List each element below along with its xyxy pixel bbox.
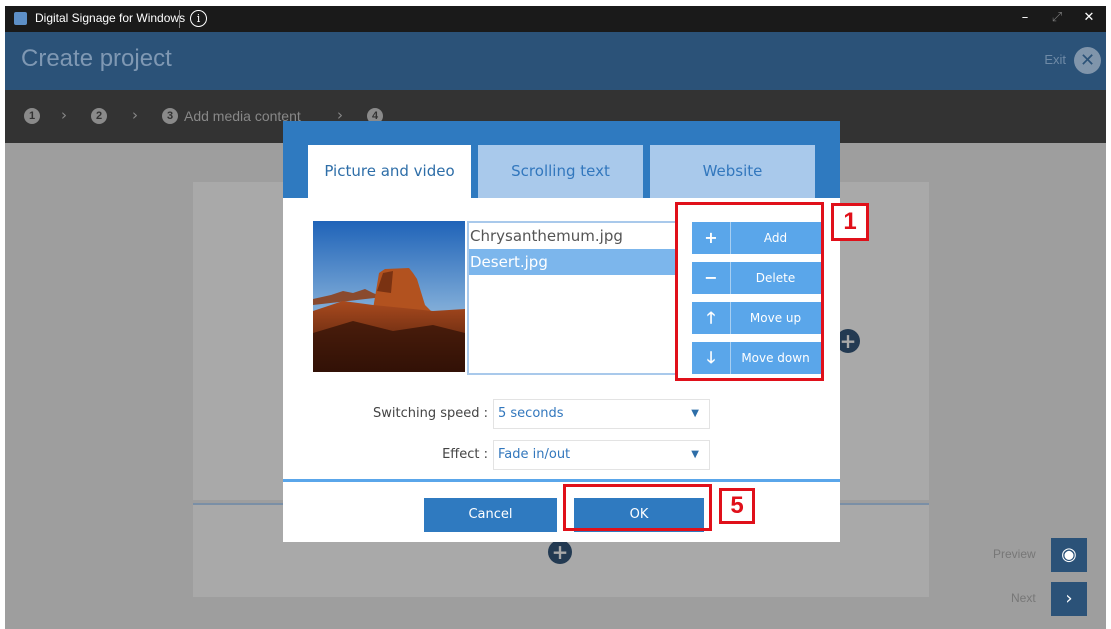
app-icon (14, 12, 27, 25)
exit-label[interactable]: Exit (1044, 52, 1066, 67)
effect-select[interactable]: Fade in/out ▼ (493, 440, 710, 470)
step-number: 2 (91, 108, 107, 124)
title-separator (179, 10, 180, 28)
close-button[interactable]: ✕ (1074, 6, 1104, 32)
media-file-list[interactable]: Chrysanthemum.jpg Desert.jpg (467, 221, 677, 375)
annotation-box-actions (675, 202, 824, 381)
title-bar: Digital Signage for Windows i – ⤢ ✕ (5, 6, 1106, 32)
switching-speed-value: 5 seconds (498, 406, 564, 421)
info-icon[interactable]: i (190, 10, 207, 27)
dropdown-arrow-icon: ▼ (691, 449, 699, 460)
tab-website[interactable]: Website (650, 145, 815, 198)
preview-label: Preview (993, 547, 1036, 561)
annotation-marker-1: 1 (831, 203, 869, 241)
step-3[interactable]: 3 Add media content (162, 108, 301, 124)
preview-eye-icon[interactable]: ◉ (1051, 538, 1087, 572)
app-window: Digital Signage for Windows i – ⤢ ✕ Crea… (5, 6, 1106, 629)
annotation-marker-5: 5 (719, 488, 755, 524)
list-item-selected[interactable]: Desert.jpg (469, 249, 675, 275)
chevron-right-icon: › (61, 106, 67, 124)
dropdown-arrow-icon: ▼ (691, 408, 699, 419)
exit-close-icon[interactable]: ✕ (1074, 47, 1101, 74)
media-preview-thumbnail (313, 221, 465, 372)
step-number: 3 (162, 108, 178, 124)
step-2[interactable]: 2 (91, 108, 113, 124)
next-label: Next (1011, 591, 1036, 605)
switching-speed-label: Switching speed : (372, 406, 488, 421)
tab-scrolling-text[interactable]: Scrolling text (478, 145, 643, 198)
step-number: 1 (24, 108, 40, 124)
dialog-divider (283, 479, 840, 482)
tab-picture-and-video[interactable]: Picture and video (308, 145, 471, 198)
add-text-plus-icon[interactable]: + (548, 540, 572, 564)
effect-value: Fade in/out (498, 447, 571, 462)
step-1[interactable]: 1 (24, 108, 46, 124)
minimize-button[interactable]: – (1010, 6, 1040, 32)
next-arrow-icon[interactable]: › (1051, 582, 1087, 616)
effect-label: Effect : (442, 447, 488, 462)
switching-speed-select[interactable]: 5 seconds ▼ (493, 399, 710, 429)
app-title: Digital Signage for Windows (35, 11, 186, 25)
page-header: Create project Exit ✕ (5, 32, 1106, 90)
list-item[interactable]: Chrysanthemum.jpg (469, 223, 675, 249)
chevron-right-icon: › (132, 106, 138, 124)
cancel-button[interactable]: Cancel (424, 498, 557, 532)
maximize-button[interactable]: ⤢ (1042, 6, 1072, 32)
page-title: Create project (21, 45, 172, 72)
annotation-box-ok (563, 484, 712, 531)
